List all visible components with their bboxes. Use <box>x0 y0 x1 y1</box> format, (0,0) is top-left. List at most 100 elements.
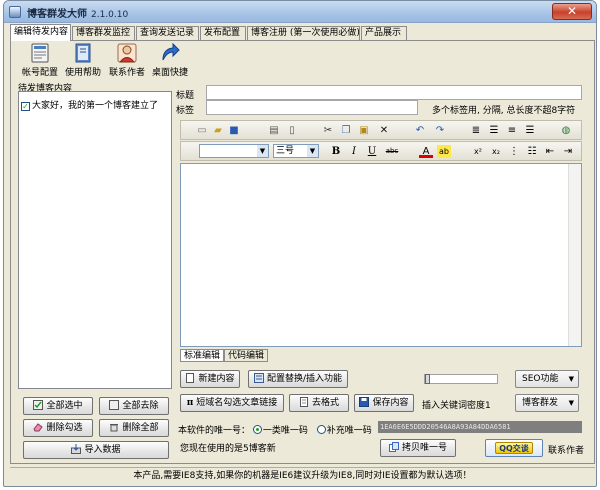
radio-selected-icon[interactable] <box>252 425 262 434</box>
slider-thumb[interactable] <box>425 374 430 384</box>
seo-label: SEO功能 <box>522 374 559 384</box>
clear-format-button[interactable]: 去格式 <box>289 394 349 412</box>
tab-publish-config[interactable]: 发布配置 <box>200 26 246 41</box>
cut-icon[interactable]: ✂ <box>321 124 335 137</box>
superscript-icon[interactable]: x² <box>471 145 485 158</box>
tab-monitor[interactable]: 博客群发监控 <box>72 26 135 41</box>
indent-icon[interactable]: ⇥ <box>561 145 575 158</box>
underline-icon[interactable]: U <box>365 145 379 158</box>
delete-x-icon[interactable]: ✕ <box>377 124 391 137</box>
italic-icon[interactable]: I <box>347 145 361 158</box>
new-content-button[interactable]: 新建内容 <box>180 370 240 388</box>
print-icon[interactable]: ▤ <box>267 124 281 137</box>
contact-author-link[interactable]: 联系作者 <box>548 443 584 456</box>
radio-icon[interactable] <box>316 425 326 434</box>
contact-author-button[interactable]: 联系作者 <box>107 42 147 80</box>
delete-all-button[interactable]: 删除全部 <box>99 419 169 437</box>
desktop-shortcut-label: 桌面快捷 <box>151 68 188 78</box>
subscript-icon[interactable]: x₂ <box>489 145 503 158</box>
title-bar: 博客群发大师 2.1.0.10 ✕ <box>4 1 596 23</box>
pi-icon: π <box>186 398 194 408</box>
chevron-down-icon: ▼ <box>568 399 574 407</box>
new-doc-icon[interactable]: ▭ <box>195 124 209 137</box>
align-center-icon[interactable]: ≡ <box>505 124 519 137</box>
link-globe-icon[interactable]: ◍ <box>559 124 573 137</box>
outdent-icon[interactable]: ⇤ <box>543 145 557 158</box>
import-data-button[interactable]: 导入数据 <box>23 441 169 459</box>
delete-checked-button[interactable]: 删除勾选 <box>23 419 93 437</box>
numbered-list-icon[interactable]: ⋮ <box>507 145 521 158</box>
tab-send-records[interactable]: 查询发送记录 <box>136 26 199 41</box>
preview-icon[interactable]: ▯ <box>285 124 299 137</box>
item-checkbox[interactable]: ✓ <box>21 102 30 111</box>
title-label: 标题 <box>176 91 195 101</box>
deselect-all-button[interactable]: 全部去除 <box>99 397 169 415</box>
delete-checked-label: 删除勾选 <box>46 423 83 433</box>
eraser-icon <box>33 423 44 432</box>
font-size-select[interactable]: 三号 ▼ <box>273 144 319 158</box>
qq-chat-button[interactable]: QQ交谈 <box>485 439 543 457</box>
copy-icon[interactable]: ❐ <box>339 124 353 137</box>
account-config-button[interactable]: 帐号配置 <box>20 42 60 80</box>
help-book-icon <box>75 43 91 63</box>
align-justify-icon[interactable]: ≣ <box>469 124 483 137</box>
config-icon <box>253 373 264 383</box>
uid-option-1[interactable]: 一类唯一码 <box>252 425 308 436</box>
align-left-icon[interactable]: ☰ <box>487 124 501 137</box>
copy-uid-button[interactable]: 拷贝唯一号 <box>380 439 456 457</box>
title-input[interactable] <box>206 85 582 100</box>
redo-icon[interactable]: ↷ <box>433 124 447 137</box>
chevron-down-icon: ▼ <box>307 145 318 157</box>
seo-dropdown[interactable]: SEO功能 ▼ <box>515 370 579 388</box>
close-button[interactable]: ✕ <box>552 3 592 20</box>
account-config-label: 帐号配置 <box>21 68 58 78</box>
align-right-icon[interactable]: ☰ <box>523 124 537 137</box>
tab-standard-edit[interactable]: 标准编辑 <box>180 349 225 362</box>
clear-format-icon <box>299 397 308 407</box>
keyword-density-slider[interactable] <box>424 374 498 384</box>
select-all-button[interactable]: 全部选中 <box>23 397 93 415</box>
app-icon <box>9 6 21 18</box>
pending-blog-list[interactable]: ✓ 大家好，我的第一个博客建立了 <box>18 91 172 389</box>
tags-input[interactable] <box>206 100 418 115</box>
tab-edit-content[interactable]: 编辑待发内容 <box>10 24 71 41</box>
import-icon <box>71 444 82 454</box>
uid-option-1-label: 一类唯一码 <box>262 426 308 436</box>
editor-scrollbar[interactable] <box>568 164 581 346</box>
font-color-icon[interactable]: A <box>419 145 433 158</box>
bullet-list-icon[interactable]: ☷ <box>525 145 539 158</box>
config-replace-button[interactable]: 配置替换/插入功能 <box>248 370 348 388</box>
uid-option-2[interactable]: 补充唯一码 <box>316 425 372 436</box>
list-item[interactable]: ✓ 大家好，我的第一个博客建立了 <box>21 98 158 111</box>
bold-icon[interactable]: B <box>329 145 343 158</box>
help-label: 使用帮助 <box>64 68 101 78</box>
blog-post-dropdown[interactable]: 博客群发 ▼ <box>515 394 579 412</box>
tab-blog-register[interactable]: 博客注册 (第一次使用必做) <box>247 26 360 41</box>
keyword-density-value: 1 <box>485 401 491 411</box>
highlight-icon[interactable]: ab <box>437 145 451 158</box>
tab-products[interactable]: 产品展示 <box>361 26 407 41</box>
close-icon: ✕ <box>566 4 578 18</box>
open-folder-icon[interactable]: ▰ <box>211 124 225 137</box>
deselect-all-label: 全部去除 <box>122 401 159 411</box>
paste-icon[interactable]: ▣ <box>357 124 371 137</box>
save-disk-icon <box>359 397 370 407</box>
keyword-density-label: 插入关键词密度1 <box>422 398 491 411</box>
save-content-button[interactable]: 保存内容 <box>354 394 414 412</box>
person-icon <box>117 43 137 63</box>
toolbar-row-1: ▭ ▰ ■ ▤ ▯ ✂ ❐ ▣ ✕ ↶ ↷ ≣ ☰ ≡ ☰ ◍ <box>180 120 582 140</box>
clear-format-label: 去格式 <box>311 398 339 408</box>
strikethrough-icon[interactable]: abc <box>383 145 401 158</box>
chevron-down-icon: ▼ <box>568 375 574 383</box>
import-data-label: 导入数据 <box>84 445 121 455</box>
tab-code-edit[interactable]: 代码编辑 <box>224 349 269 362</box>
copy-uid-label: 拷贝唯一号 <box>401 443 447 453</box>
save-disk-icon[interactable]: ■ <box>227 124 241 137</box>
desktop-shortcut-button[interactable]: 桌面快捷 <box>150 42 190 80</box>
help-button[interactable]: 使用帮助 <box>63 42 103 80</box>
font-name-select[interactable]: ▼ <box>199 144 269 158</box>
content-editor[interactable] <box>180 163 582 347</box>
current-version-text: 您现在使用的是5博客新 <box>180 444 276 454</box>
undo-icon[interactable]: ↶ <box>413 124 427 137</box>
short-domain-button[interactable]: π 短域名勾选文章链接 <box>180 394 284 412</box>
